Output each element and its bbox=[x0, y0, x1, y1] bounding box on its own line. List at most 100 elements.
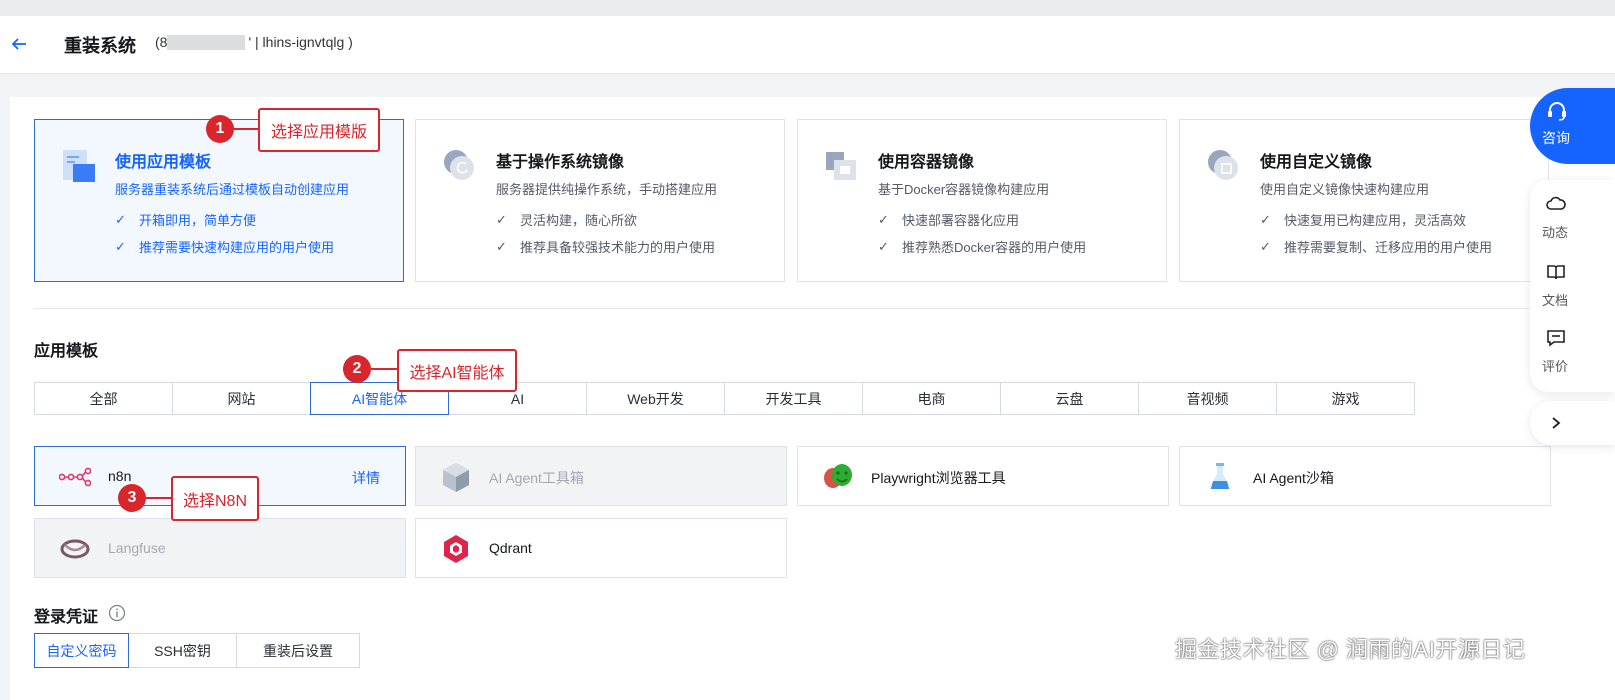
feature-text: 推荐需要快速构建应用的用户使用 bbox=[139, 240, 335, 255]
check-icon: ✓ bbox=[496, 211, 507, 227]
ai-agent-toolbox-icon bbox=[443, 463, 469, 492]
app-card-qdrant[interactable]: Qdrant bbox=[415, 518, 787, 578]
tab-dev-tools[interactable]: 开发工具 bbox=[724, 382, 863, 415]
instance-id: (8 ' | lhins-ignvtqlg ) bbox=[155, 34, 353, 50]
side-item-updates[interactable]: 动态 bbox=[1540, 192, 1600, 242]
mode-card-container-image[interactable]: 使用容器镜像 基于Docker容器镜像构建应用 ✓ 快速部署容器化应用 ✓ 推荐… bbox=[797, 119, 1167, 282]
cloud-icon bbox=[1546, 196, 1566, 210]
consult-button[interactable]: 咨询 bbox=[1530, 88, 1615, 164]
mode-desc: 服务器重装系统后通过模板自动创建应用 bbox=[115, 182, 350, 197]
tab-cloud-drive[interactable]: 云盘 bbox=[1000, 382, 1139, 415]
section-divider bbox=[34, 308, 1615, 309]
mode-desc: 基于Docker容器镜像构建应用 bbox=[878, 182, 1050, 197]
feature-text: 快速复用已构建应用，灵活高效 bbox=[1284, 213, 1467, 228]
mode-feature: ✓ 推荐需要复制、迁移应用的用户使用 bbox=[1260, 237, 1492, 256]
instance-id-suffix: ' | lhins-ignvtqlg ) bbox=[248, 34, 353, 50]
side-expand-button[interactable] bbox=[1530, 401, 1615, 445]
mode-feature: ✓ 推荐熟悉Docker容器的用户使用 bbox=[878, 237, 1086, 256]
mode-title: 使用应用模板 bbox=[115, 154, 212, 171]
mode-desc: 使用自定义镜像快速构建应用 bbox=[1260, 182, 1430, 197]
masked-region bbox=[167, 34, 246, 50]
feature-text: 开箱即用，简单方便 bbox=[139, 213, 257, 228]
check-icon: ✓ bbox=[878, 238, 889, 254]
info-icon[interactable] bbox=[108, 604, 126, 622]
page-header: 重装系统 (8 ' | lhins-ignvtqlg ) bbox=[0, 16, 1615, 74]
container-image-icon bbox=[826, 152, 856, 180]
annotation-connector bbox=[371, 368, 398, 370]
tab-all[interactable]: 全部 bbox=[34, 382, 173, 415]
feature-text: 快速部署容器化应用 bbox=[902, 213, 1020, 228]
feature-text: 推荐熟悉Docker容器的用户使用 bbox=[902, 240, 1087, 255]
annotation-callout: 选择应用模版 bbox=[258, 108, 380, 152]
annotation-number: 3 bbox=[118, 484, 146, 512]
feature-text: 灵活构建，随心所欲 bbox=[520, 213, 638, 228]
tab-website[interactable]: 网站 bbox=[172, 382, 311, 415]
check-icon: ✓ bbox=[878, 211, 889, 227]
flask-icon bbox=[1209, 463, 1231, 489]
tab-web-dev[interactable]: Web开发 bbox=[586, 382, 725, 415]
mode-title: 使用自定义镜像 bbox=[1260, 154, 1373, 171]
feature-text: 推荐具备较强技术能力的用户使用 bbox=[520, 240, 716, 255]
mode-feature: ✓ 推荐具备较强技术能力的用户使用 bbox=[496, 237, 715, 256]
book-icon bbox=[1547, 265, 1565, 280]
tab-ssh-key[interactable]: SSH密钥 bbox=[128, 633, 237, 668]
app-card-ai-agent-sandbox[interactable]: AI Agent沙箱 bbox=[1179, 446, 1551, 506]
mode-desc: 服务器提供纯操作系统，手动搭建应用 bbox=[496, 182, 718, 197]
tab-games[interactable]: 游戏 bbox=[1276, 382, 1415, 415]
details-link[interactable]: 详情 bbox=[352, 468, 380, 488]
page-title: 重装系统 bbox=[64, 36, 136, 56]
annotation-number: 2 bbox=[343, 355, 371, 383]
annotation-callout: 选择N8N bbox=[171, 476, 259, 521]
consult-label: 咨询 bbox=[1542, 130, 1570, 146]
mode-feature: ✓ 推荐需要快速构建应用的用户使用 bbox=[115, 237, 334, 256]
app-card-playwright[interactable]: Playwright浏览器工具 bbox=[797, 446, 1169, 506]
check-icon: ✓ bbox=[1260, 211, 1271, 227]
login-credentials-heading: 登录凭证 bbox=[34, 609, 99, 626]
mode-feature: ✓ 灵活构建，随心所欲 bbox=[496, 210, 637, 229]
app-name: AI Agent工具箱 bbox=[489, 470, 584, 486]
app-card-langfuse: Langfuse bbox=[34, 518, 406, 578]
tab-set-after-reinstall[interactable]: 重装后设置 bbox=[236, 633, 360, 668]
side-item-label: 动态 bbox=[1542, 225, 1569, 240]
side-item-label: 文档 bbox=[1542, 293, 1569, 308]
check-icon: ✓ bbox=[115, 211, 126, 227]
comment-icon bbox=[1547, 330, 1565, 347]
chevron-right-icon bbox=[1552, 417, 1561, 429]
app-card-ai-agent-toolbox: AI Agent工具箱 bbox=[415, 446, 787, 506]
instance-id-prefix: (8 bbox=[155, 34, 168, 50]
tab-audio-video[interactable]: 音视频 bbox=[1138, 382, 1277, 415]
app-template-heading: 应用模板 bbox=[34, 343, 99, 360]
check-icon: ✓ bbox=[115, 238, 126, 254]
mode-title: 基于操作系统镜像 bbox=[496, 154, 625, 171]
headset-icon bbox=[1548, 102, 1566, 121]
category-tabs: 全部 网站 AI智能体 AI Web开发 开发工具 电商 云盘 音视频 游戏 bbox=[34, 382, 1415, 415]
check-icon: ✓ bbox=[496, 238, 507, 254]
app-name: Qdrant bbox=[489, 540, 532, 556]
side-toolbar: 动态 文档 评价 bbox=[1530, 180, 1615, 392]
annotation-connector bbox=[234, 128, 259, 130]
app-template-icon bbox=[63, 150, 95, 182]
app-name: Playwright浏览器工具 bbox=[871, 470, 1006, 486]
side-item-feedback[interactable]: 评价 bbox=[1540, 326, 1600, 376]
main-panel: 使用应用模板 服务器重装系统后通过模板自动创建应用 ✓ 开箱即用，简单方便 ✓ … bbox=[10, 97, 1615, 700]
mode-title: 使用容器镜像 bbox=[878, 154, 975, 171]
mode-card-os-image[interactable]: 基于操作系统镜像 服务器提供纯操作系统，手动搭建应用 ✓ 灵活构建，随心所欲 ✓… bbox=[415, 119, 785, 282]
annotation-number: 1 bbox=[206, 115, 234, 143]
top-strip bbox=[0, 0, 1615, 16]
qdrant-logo-icon bbox=[444, 535, 468, 563]
n8n-logo-icon bbox=[59, 467, 91, 487]
tab-ecommerce[interactable]: 电商 bbox=[862, 382, 1001, 415]
login-credential-tabs: 自定义密码 SSH密钥 重装后设置 bbox=[34, 633, 360, 668]
mode-card-custom-image[interactable]: 使用自定义镜像 使用自定义镜像快速构建应用 ✓ 快速复用已构建应用，灵活高效 ✓… bbox=[1179, 119, 1549, 282]
annotation-callout: 选择AI智能体 bbox=[397, 349, 517, 392]
app-name: n8n bbox=[108, 468, 132, 484]
custom-image-icon bbox=[1208, 150, 1238, 180]
app-name: Langfuse bbox=[108, 540, 166, 556]
mode-feature: ✓ 快速部署容器化应用 bbox=[878, 210, 1019, 229]
back-arrow-icon[interactable] bbox=[9, 34, 29, 54]
tab-custom-password[interactable]: 自定义密码 bbox=[34, 633, 129, 668]
os-image-icon bbox=[444, 150, 474, 180]
mode-feature: ✓ 开箱即用，简单方便 bbox=[115, 210, 256, 229]
langfuse-logo-icon bbox=[60, 539, 90, 559]
side-item-docs[interactable]: 文档 bbox=[1540, 260, 1600, 310]
